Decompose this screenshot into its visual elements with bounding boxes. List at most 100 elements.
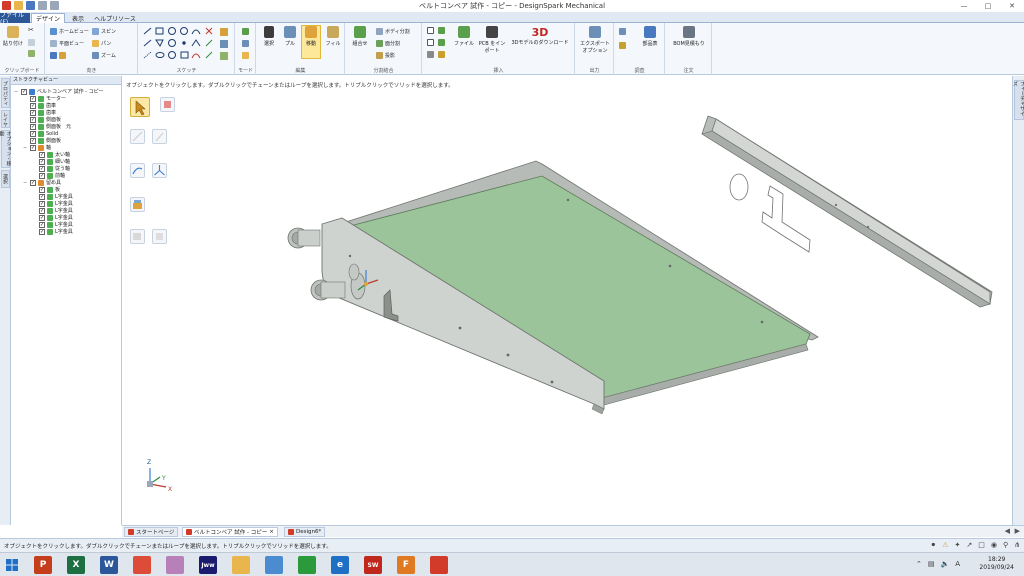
project-button[interactable]: 投影 <box>376 52 395 59</box>
gear[interactable] <box>348 263 360 281</box>
tree-item[interactable]: ✓ 歯車 <box>23 102 56 109</box>
select-button[interactable]: 選択 <box>259 26 279 47</box>
parts-list-button[interactable]: 部品表 <box>637 26 663 47</box>
zoom-button[interactable]: ズーム <box>92 52 116 59</box>
taskbar-designspark-icon[interactable] <box>430 556 448 574</box>
taskbar-explorer-icon[interactable] <box>232 556 250 574</box>
tree-item[interactable]: ✓ L字金具 <box>32 200 73 207</box>
taskbar-app-blue-icon[interactable] <box>265 556 283 574</box>
arc-tool-icon[interactable] <box>191 29 201 35</box>
doc-tab[interactable]: スタートページ <box>124 527 179 537</box>
trim-tool-icon[interactable] <box>205 27 213 35</box>
tree-item[interactable]: ✓ 従う軸 <box>32 165 70 172</box>
combine-button[interactable]: 組合せ <box>349 26 371 47</box>
tree-item[interactable]: ✓ Solid <box>23 130 58 137</box>
paste-button[interactable]: 貼り付け <box>3 26 23 47</box>
tab-selection[interactable]: 選択 <box>1 170 10 188</box>
tree-item[interactable]: ✓ L字金具 <box>32 221 73 228</box>
rectangle-tool-icon[interactable] <box>155 27 164 35</box>
visibility-checkbox[interactable]: ✓ <box>30 179 36 186</box>
maximize-icon[interactable]: □ <box>976 0 1000 12</box>
bend-tool-icon[interactable] <box>205 51 213 59</box>
close-icon[interactable]: ✕ <box>1000 0 1024 12</box>
offset-tool-icon[interactable] <box>205 39 213 47</box>
volume-icon[interactable]: 🔈 <box>940 560 949 568</box>
select-arrow-icon[interactable]: ↗ <box>966 541 972 549</box>
format-icon[interactable] <box>28 50 35 57</box>
tangent-line-icon[interactable] <box>143 39 152 47</box>
taskbar-chrome-icon[interactable] <box>133 556 151 574</box>
tab-properties[interactable]: プロパティ <box>1 78 10 108</box>
visibility-checkbox[interactable]: ✓ <box>21 88 27 95</box>
tree-item[interactable]: − ✓ 軸 <box>23 144 51 151</box>
warning-icon[interactable]: ⚠ <box>942 541 948 549</box>
polygon-tool-icon[interactable] <box>155 39 164 47</box>
visibility-checkbox[interactable]: ✓ <box>30 109 36 116</box>
cut-icon[interactable]: ✂ <box>28 26 34 34</box>
model-canvas[interactable]: Z Y X <box>122 76 1012 525</box>
tree-item[interactable]: ✓ モーター <box>23 95 66 102</box>
taskbar-clock[interactable]: 18:29 2019/09/24 <box>979 556 1014 572</box>
tab-design[interactable]: デザイン <box>31 13 65 23</box>
rectangle3pt-icon[interactable] <box>180 51 189 59</box>
tab-scroll-right-icon[interactable]: ▶ <box>1015 527 1020 535</box>
pull-button[interactable]: プル <box>280 26 300 47</box>
box-select-icon[interactable]: □ <box>978 541 985 549</box>
visibility-checkbox[interactable]: ✓ <box>30 144 36 151</box>
visibility-checkbox[interactable]: ✓ <box>39 151 45 158</box>
visibility-checkbox[interactable]: ✓ <box>39 214 45 221</box>
circle-tool-icon[interactable] <box>168 27 176 35</box>
tab-scroll-left-icon[interactable]: ◀ <box>1005 527 1010 535</box>
visibility-checkbox[interactable]: ✓ <box>30 95 36 102</box>
split-face-button[interactable]: 面分割 <box>376 40 400 47</box>
taskbar-excel-icon[interactable]: X <box>67 556 85 574</box>
taskbar-word-icon[interactable]: W <box>100 556 118 574</box>
line-tool-icon[interactable] <box>143 27 152 35</box>
plane-insert-icon[interactable] <box>427 27 434 34</box>
insert-file-button[interactable]: ファイル <box>453 26 475 47</box>
section-mode-icon[interactable] <box>242 40 249 47</box>
tree-item[interactable]: ✓ 側面板 <box>23 137 61 144</box>
tree-expand-icon[interactable]: − <box>14 89 19 95</box>
minimize-icon[interactable]: — <box>952 0 976 12</box>
taskbar-app-pink-icon[interactable] <box>166 556 184 574</box>
tab-feature-size[interactable]: フィーチャサイズ <box>1012 80 1024 120</box>
tree-item[interactable]: ✓ 歯車 <box>23 109 56 116</box>
tree-item[interactable]: − ✓ 留め具 <box>23 179 61 186</box>
tangent-circle-icon[interactable] <box>168 39 176 47</box>
tray-chevron-icon[interactable]: ⌃ <box>916 560 922 568</box>
tree-item[interactable]: ✓ 太い軸 <box>32 151 70 158</box>
visibility-checkbox[interactable]: ✓ <box>39 200 45 207</box>
visibility-checkbox[interactable]: ✓ <box>30 102 36 109</box>
tab-help[interactable]: ヘルプリソース <box>92 13 138 23</box>
tree-item[interactable]: ✓ 前軸 <box>32 172 65 179</box>
doc-tab[interactable]: Design6* <box>284 527 326 537</box>
spin-button[interactable]: スピン <box>92 28 116 35</box>
home-view-button[interactable]: ホームビュー <box>50 28 89 35</box>
tree-item[interactable]: − ✓ ベルトコンベア 試作 - コピー <box>14 88 104 95</box>
pcb-import-button[interactable]: PCB をインポート <box>478 26 506 54</box>
ellipse-tool-icon[interactable] <box>155 52 165 58</box>
view-cube-button[interactable] <box>50 52 66 59</box>
fill-button[interactable]: フィル <box>323 26 343 47</box>
zoom-icon[interactable]: ⚲ <box>1003 541 1008 549</box>
project-sketch-icon[interactable] <box>220 28 228 36</box>
tab-layers[interactable]: レイヤ <box>1 110 10 128</box>
visibility-checkbox[interactable]: ✓ <box>39 207 45 214</box>
close-tab-icon[interactable]: × <box>269 529 274 535</box>
tab-view[interactable]: 表示 <box>66 13 90 23</box>
visibility-checkbox[interactable]: ✓ <box>39 221 45 228</box>
copy-icon[interactable] <box>28 39 35 46</box>
tree-item[interactable]: ✓ L字金具 <box>32 207 73 214</box>
visibility-checkbox[interactable]: ✓ <box>30 130 36 137</box>
move-button[interactable]: 移動 <box>301 25 321 59</box>
tree-item[interactable]: ✓ 側面板 <box>23 116 61 123</box>
visibility-checkbox[interactable]: ✓ <box>39 172 45 179</box>
3d-viewport[interactable]: オブジェクトをクリックします。ダブルクリックでチェーンまたはループを選択します。… <box>122 76 1012 525</box>
taskbar-app-orange-icon[interactable]: F <box>397 556 415 574</box>
tree-item[interactable]: ✓ 側面板 元 <box>23 123 71 130</box>
visibility-checkbox[interactable]: ✓ <box>30 123 36 130</box>
plane-view-button[interactable]: 平面ビュー <box>50 40 84 47</box>
3d-model-download-button[interactable]: 3D 3Dモデルのダウンロード <box>509 26 571 46</box>
taskbar-powerpoint-icon[interactable]: P <box>34 556 52 574</box>
